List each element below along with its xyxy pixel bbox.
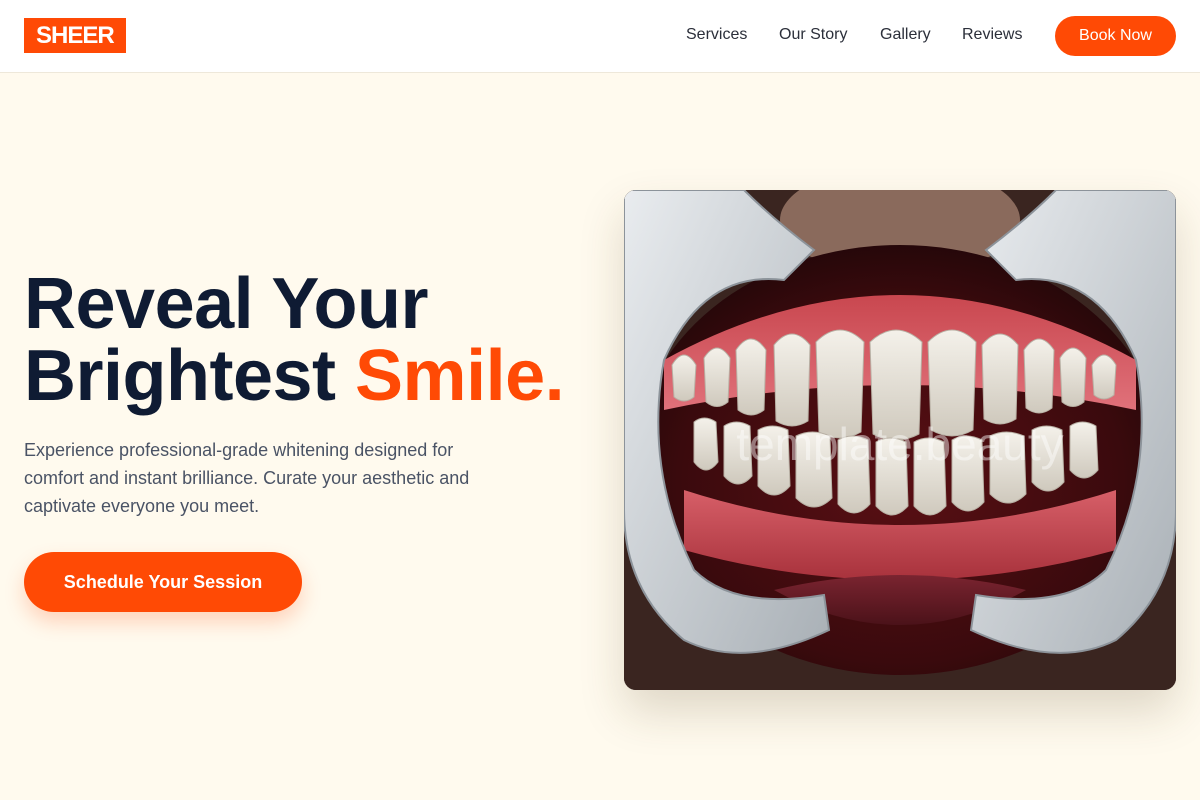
brand-logo[interactable]: SHEER — [24, 18, 126, 53]
nav-link-services[interactable]: Services — [686, 25, 747, 45]
hero-title-line2: Brightest — [24, 336, 356, 416]
site-header: SHEER Services Our Story Gallery Reviews… — [0, 0, 1200, 73]
nav-link-our-story[interactable]: Our Story — [779, 25, 847, 45]
hero-description: Experience professional-grade whitening … — [24, 440, 470, 516]
hero-smile-image: template.beauty — [624, 190, 1176, 690]
hero-title-accent: Smile. — [355, 336, 565, 416]
hero-title: Reveal Your Brightest Smile. — [24, 268, 624, 412]
nav-link-reviews[interactable]: Reviews — [962, 25, 1022, 45]
nav-link-gallery[interactable]: Gallery — [880, 25, 931, 45]
schedule-session-button[interactable]: Schedule Your Session — [24, 552, 302, 612]
hero-title-line1: Reveal Your — [24, 264, 429, 344]
image-watermark: template.beauty — [736, 418, 1063, 470]
smile-illustration: template.beauty — [624, 190, 1176, 690]
book-now-button[interactable]: Book Now — [1055, 16, 1176, 56]
